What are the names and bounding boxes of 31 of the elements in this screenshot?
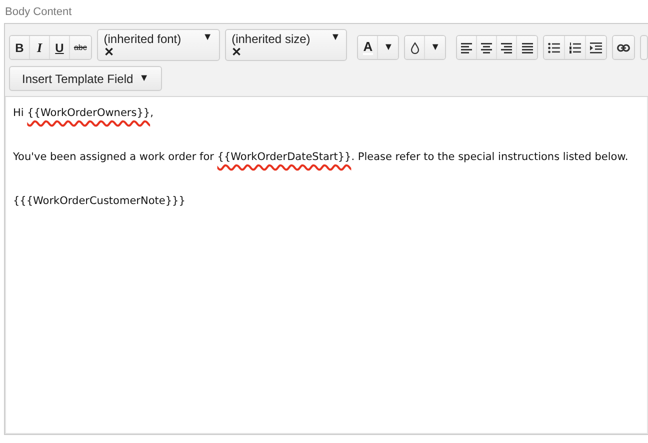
body-paragraph: You've been assigned a work order for {{WorkOrderDateStart}}. Please refer to the special instructions listed below. bbox=[13, 150, 630, 164]
insert-template-field-button[interactable]: Insert Template Field ▼ bbox=[9, 66, 162, 91]
text-color-button[interactable]: A bbox=[358, 36, 378, 59]
dropdown-button[interactable]: ▼ bbox=[425, 36, 446, 59]
indent-button[interactable] bbox=[586, 36, 606, 59]
align-button[interactable] bbox=[497, 36, 518, 59]
align-left-icon bbox=[461, 42, 472, 54]
field-label: Body Content bbox=[5, 6, 72, 18]
droplet-icon bbox=[410, 42, 420, 54]
numbered-list-icon bbox=[569, 42, 582, 54]
dropdown-button[interactable]: ▼ bbox=[378, 36, 398, 59]
bullet-list-icon bbox=[548, 42, 560, 54]
indent-icon bbox=[590, 42, 602, 54]
bold-button[interactable]: B bbox=[10, 36, 30, 59]
bullet-list-button[interactable] bbox=[544, 36, 566, 59]
link-icon bbox=[617, 42, 630, 54]
body-paragraph: {{{WorkOrderCustomerNote}}} bbox=[13, 194, 186, 208]
align-button[interactable] bbox=[457, 36, 478, 59]
highlight-button[interactable] bbox=[405, 36, 426, 59]
font-family-select[interactable]: (inherited font) ▼ ✕ bbox=[96, 29, 220, 61]
italic-button[interactable]: I bbox=[30, 36, 50, 59]
numbered-list-button[interactable] bbox=[565, 36, 586, 59]
align-button[interactable] bbox=[477, 36, 498, 59]
underline-button[interactable]: U bbox=[50, 36, 70, 59]
align-right-icon bbox=[501, 42, 512, 54]
strike-button[interactable]: abc bbox=[70, 36, 91, 59]
align-center-icon bbox=[481, 42, 492, 54]
align-button[interactable] bbox=[517, 36, 538, 59]
justify-icon bbox=[522, 42, 533, 54]
font-size-select[interactable]: (inherited size) ▼ ✕ bbox=[224, 29, 348, 61]
body-paragraph: Hi {{WorkOrderOwners}}, bbox=[13, 106, 154, 120]
